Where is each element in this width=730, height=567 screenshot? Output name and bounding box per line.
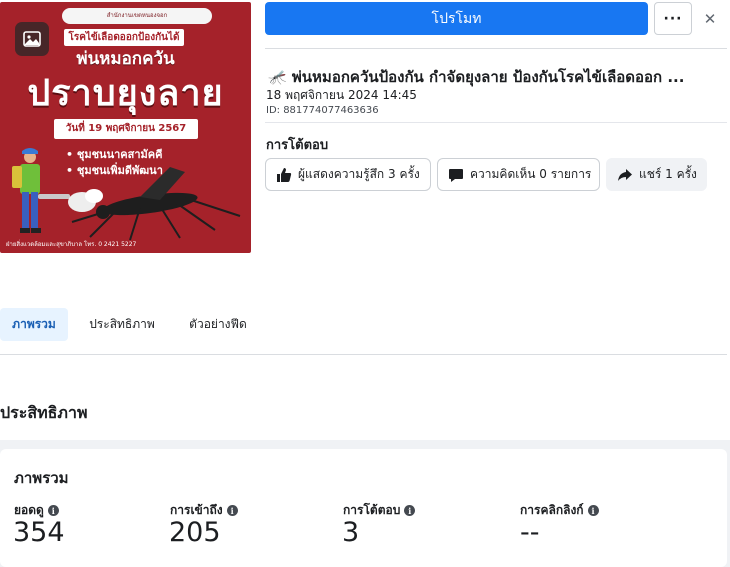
info-icon[interactable]: i — [404, 505, 416, 516]
engagement-title: การโต้ตอบ — [266, 138, 329, 153]
comments-button[interactable]: ความคิดเห็น 0 รายการ — [437, 158, 600, 191]
comments-label: ความคิดเห็น 0 รายการ — [470, 167, 592, 181]
metric-views-value: 354 — [13, 517, 65, 548]
thumbnail-illustration — [12, 148, 241, 241]
post-id: ID: 881774077463636 — [266, 105, 379, 116]
overview-card-title: ภาพรวม — [14, 469, 69, 487]
thumbnail-heading-2: ปราบยุงลาย — [27, 73, 224, 114]
info-icon[interactable]: i — [587, 505, 599, 516]
close-icon[interactable]: ✕ — [700, 9, 720, 29]
post-date: 18 พฤศจิกายน 2024 14:45 — [266, 88, 417, 102]
shares-label: แชร์ 1 ครั้ง — [639, 167, 697, 181]
share-icon — [617, 167, 633, 183]
thumbnail-date: วันที่ 19 พฤศจิกายน 2567 — [54, 119, 198, 139]
info-icon[interactable]: i — [226, 505, 238, 516]
divider — [265, 48, 727, 49]
shares-button[interactable]: แชร์ 1 ครั้ง — [606, 158, 707, 191]
divider — [0, 354, 727, 355]
reactions-label: ผู้แสดงความรู้สึก 3 ครั้ง — [298, 167, 420, 181]
thumbs-up-icon — [276, 167, 292, 183]
tab-feed-preview[interactable]: ตัวอย่างฟีด — [180, 308, 256, 341]
metric-link-clicks-value: -- — [520, 517, 540, 548]
performance-section-title: ประสิทธิภาพ — [0, 403, 88, 422]
comment-icon — [448, 167, 464, 183]
thumbnail-org-bar: สำนักงานเขตหนองจอก — [62, 8, 212, 24]
overview-card: ภาพรวม ยอดดู i 354 การเข้าถึง i 205 การโ… — [0, 449, 727, 567]
more-options-button[interactable]: ··· — [654, 2, 692, 35]
reactions-button[interactable]: ผู้แสดงความรู้สึก 3 ครั้ง — [265, 158, 431, 191]
post-detail-panel: สำนักงานเขตหนองจอก โรคไข้เลือดออกป้องกัน… — [0, 0, 730, 440]
metric-reach-value: 205 — [169, 517, 221, 548]
info-icon[interactable]: i — [47, 505, 59, 516]
tab-performance[interactable]: ประสิทธิภาพ — [80, 308, 164, 341]
metric-engagement-value: 3 — [342, 517, 360, 548]
divider — [265, 122, 727, 123]
tab-overview[interactable]: ภาพรวม — [0, 308, 68, 341]
thumbnail-footer: ฝ่ายสิ่งแวดล้อมและสุขาภิบาล โทร. 0 2421 … — [6, 241, 137, 248]
thumbnail-subtitle: โรคไข้เลือดออกป้องกันได้ — [64, 29, 184, 46]
promote-button[interactable]: โปรโมท — [265, 2, 648, 35]
post-thumbnail[interactable]: สำนักงานเขตหนองจอก โรคไข้เลือดออกป้องกัน… — [0, 2, 251, 253]
